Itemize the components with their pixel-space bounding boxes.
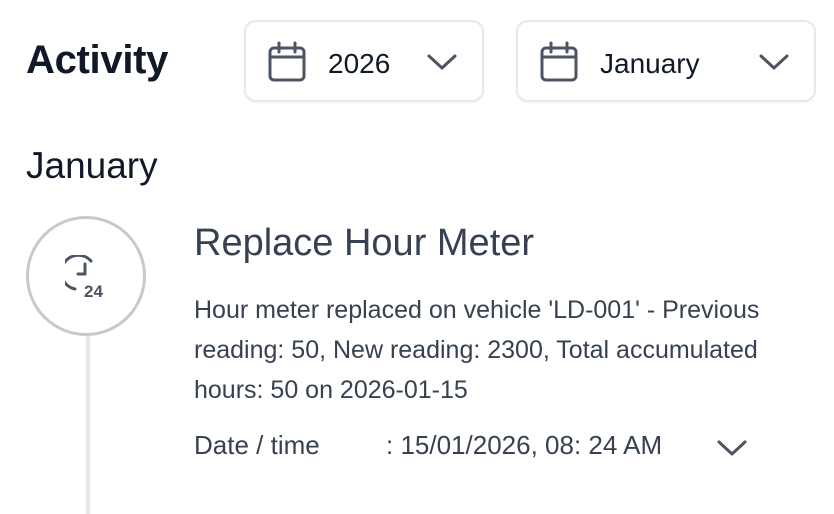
chevron-down-icon (759, 54, 789, 70)
month-heading: January (26, 145, 158, 186)
month-select-value: January (600, 48, 700, 79)
svg-text:24: 24 (84, 282, 103, 299)
calendar-icon (540, 41, 578, 82)
clock-24-icon: 24 (65, 255, 103, 299)
activity-description: Hour meter replaced on vehicle 'LD-001' … (194, 296, 760, 404)
year-select[interactable]: 2026 (244, 20, 484, 102)
month-select[interactable]: January (516, 20, 816, 102)
expand-chevron-icon[interactable] (716, 438, 748, 458)
chevron-down-icon (427, 54, 457, 70)
calendar-icon (268, 41, 306, 82)
year-select-value: 2026 (328, 48, 391, 79)
timeline-node: 24 (26, 216, 146, 336)
datetime-label: Date / time (194, 430, 320, 460)
page-title: Activity (26, 38, 169, 82)
timeline-line (86, 332, 90, 514)
datetime-value: : 15/01/2026, 08: 24 AM (386, 430, 663, 460)
activity-title: Replace Hour Meter (194, 222, 535, 264)
